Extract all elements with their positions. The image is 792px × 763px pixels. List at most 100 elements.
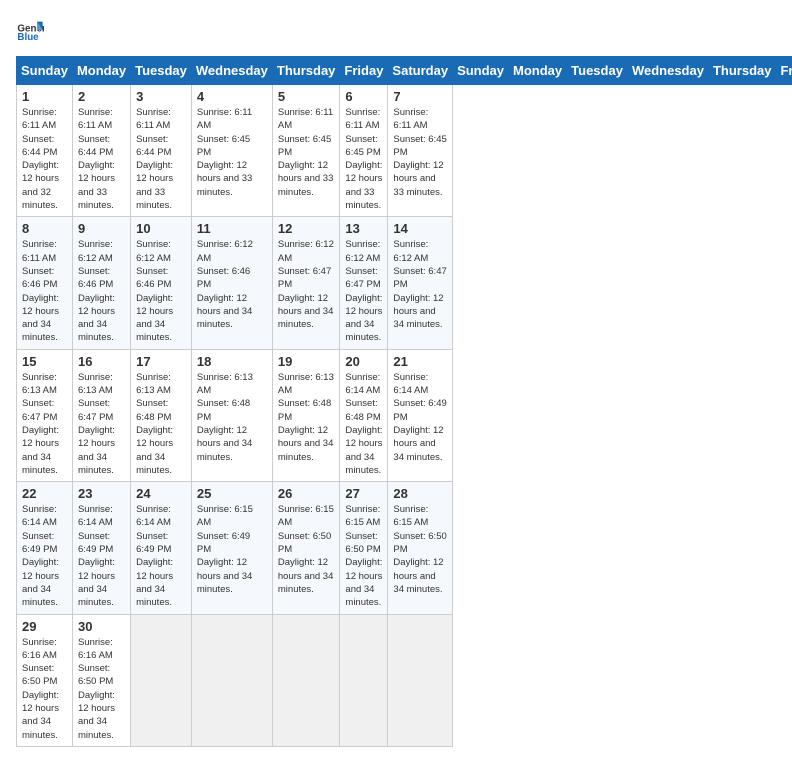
calendar-cell: 13Sunrise: 6:12 AMSunset: 6:47 PMDayligh…: [340, 217, 388, 349]
calendar-cell: 20Sunrise: 6:14 AMSunset: 6:48 PMDayligh…: [340, 349, 388, 481]
calendar-cell: 10Sunrise: 6:12 AMSunset: 6:46 PMDayligh…: [131, 217, 192, 349]
cell-info: Sunrise: 6:13 AMSunset: 6:48 PMDaylight:…: [197, 371, 267, 464]
day-number: 14: [393, 221, 447, 236]
calendar-cell: [131, 614, 192, 746]
calendar-row-4: 22 Sunrise: 6:14 AMSunset: 6:49 PMDayligh…: [17, 482, 792, 614]
calendar-header-row: SundayMondayTuesdayWednesdayThursdayFrid…: [17, 57, 792, 85]
cell-info: Sunrise: 6:12 AMSunset: 6:46 PMDaylight:…: [78, 238, 125, 344]
day-number: 4: [197, 89, 267, 104]
calendar-cell: 29Sunrise: 6:16 AMSunset: 6:50 PMDayligh…: [17, 614, 73, 746]
svg-text:Blue: Blue: [17, 32, 39, 43]
cell-info: Sunrise: 6:11 AMSunset: 6:45 PMDaylight:…: [197, 106, 267, 199]
header-day-wednesday: Wednesday: [191, 57, 272, 85]
page-header: General Blue: [16, 16, 776, 44]
day-number: 28: [393, 486, 447, 501]
cell-info: Sunrise: 6:14 AMSunset: 6:49 PMDaylight:…: [393, 371, 447, 464]
day-number: 1: [22, 89, 67, 104]
header-day-friday: Friday: [340, 57, 388, 85]
cell-info: Sunrise: 6:11 AMSunset: 6:45 PMDaylight:…: [393, 106, 447, 199]
day-number: 9: [78, 221, 125, 236]
calendar-table: SundayMondayTuesdayWednesdayThursdayFrid…: [16, 56, 792, 747]
day-number: 15: [22, 354, 67, 369]
calendar-cell: 12Sunrise: 6:12 AMSunset: 6:47 PMDayligh…: [272, 217, 340, 349]
calendar-cell: 4 Sunrise: 6:11 AMSunset: 6:45 PMDaylight…: [191, 85, 272, 217]
calendar-row-2: 8 Sunrise: 6:11 AMSunset: 6:46 PMDaylight…: [17, 217, 792, 349]
calendar-cell: 9 Sunrise: 6:12 AMSunset: 6:46 PMDaylight…: [72, 217, 130, 349]
calendar-cell: 26 Sunrise: 6:15 AMSunset: 6:50 PMDayligh…: [272, 482, 340, 614]
calendar-cell: 5 Sunrise: 6:11 AMSunset: 6:45 PMDaylight…: [272, 85, 340, 217]
cell-info: Sunrise: 6:15 AMSunset: 6:50 PMDaylight:…: [278, 503, 335, 596]
day-number: 27: [345, 486, 382, 501]
cell-info: Sunrise: 6:11 AMSunset: 6:45 PMDaylight:…: [278, 106, 335, 199]
calendar-cell: 17 Sunrise: 6:13 AMSunset: 6:48 PMDayligh…: [131, 349, 192, 481]
calendar-cell: 15 Sunrise: 6:13 AMSunset: 6:47 PMDayligh…: [17, 349, 73, 481]
day-number: 19: [278, 354, 335, 369]
cell-info: Sunrise: 6:12 AMSunset: 6:46 PMDaylight:…: [197, 238, 267, 331]
cell-info: Sunrise: 6:14 AMSunset: 6:49 PMDaylight:…: [78, 503, 125, 609]
calendar-row-1: 1 Sunrise: 6:11 AMSunset: 6:44 PMDaylight…: [17, 85, 792, 217]
calendar-row-3: 15 Sunrise: 6:13 AMSunset: 6:47 PMDayligh…: [17, 349, 792, 481]
calendar-cell: 16 Sunrise: 6:13 AMSunset: 6:47 PMDayligh…: [72, 349, 130, 481]
header-day-saturday: Saturday: [388, 57, 453, 85]
header-friday: Friday: [776, 57, 792, 85]
day-number: 23: [78, 486, 125, 501]
logo-icon: General Blue: [16, 16, 44, 44]
day-number: 16: [78, 354, 125, 369]
day-number: 13: [345, 221, 382, 236]
calendar-cell: 18 Sunrise: 6:13 AMSunset: 6:48 PMDayligh…: [191, 349, 272, 481]
calendar-row-5: 29Sunrise: 6:16 AMSunset: 6:50 PMDayligh…: [17, 614, 792, 746]
cell-info: Sunrise: 6:11 AMSunset: 6:44 PMDaylight:…: [78, 106, 125, 212]
cell-info: Sunrise: 6:13 AMSunset: 6:47 PMDaylight:…: [78, 371, 125, 477]
header-monday: Monday: [509, 57, 567, 85]
calendar-cell: [340, 614, 388, 746]
calendar-cell: 8 Sunrise: 6:11 AMSunset: 6:46 PMDaylight…: [17, 217, 73, 349]
day-number: 18: [197, 354, 267, 369]
day-number: 17: [136, 354, 186, 369]
cell-info: Sunrise: 6:11 AMSunset: 6:44 PMDaylight:…: [136, 106, 186, 212]
header-tuesday: Tuesday: [567, 57, 628, 85]
cell-info: Sunrise: 6:11 AMSunset: 6:46 PMDaylight:…: [22, 238, 67, 344]
header-day-monday: Monday: [72, 57, 130, 85]
calendar-cell: 23 Sunrise: 6:14 AMSunset: 6:49 PMDayligh…: [72, 482, 130, 614]
day-number: 26: [278, 486, 335, 501]
calendar-cell: [191, 614, 272, 746]
cell-info: Sunrise: 6:15 AMSunset: 6:50 PMDaylight:…: [393, 503, 447, 596]
day-number: 5: [278, 89, 335, 104]
day-number: 8: [22, 221, 67, 236]
logo: General Blue: [16, 16, 48, 44]
cell-info: Sunrise: 6:14 AMSunset: 6:49 PMDaylight:…: [22, 503, 67, 609]
cell-info: Sunrise: 6:16 AMSunset: 6:50 PMDaylight:…: [78, 636, 125, 742]
day-number: 7: [393, 89, 447, 104]
cell-info: Sunrise: 6:16 AMSunset: 6:50 PMDaylight:…: [22, 636, 67, 742]
cell-info: Sunrise: 6:11 AMSunset: 6:44 PMDaylight:…: [22, 106, 67, 212]
cell-info: Sunrise: 6:14 AMSunset: 6:48 PMDaylight:…: [345, 371, 382, 477]
day-number: 30: [78, 619, 125, 634]
calendar-cell: 14 Sunrise: 6:12 AMSunset: 6:47 PMDayligh…: [388, 217, 453, 349]
day-number: 22: [22, 486, 67, 501]
calendar-cell: 28 Sunrise: 6:15 AMSunset: 6:50 PMDayligh…: [388, 482, 453, 614]
cell-info: Sunrise: 6:12 AMSunset: 6:47 PMDaylight:…: [393, 238, 447, 331]
day-number: 6: [345, 89, 382, 104]
header-day-tuesday: Tuesday: [131, 57, 192, 85]
cell-info: Sunrise: 6:13 AMSunset: 6:47 PMDaylight:…: [22, 371, 67, 477]
cell-info: Sunrise: 6:14 AMSunset: 6:49 PMDaylight:…: [136, 503, 186, 609]
header-sunday: Sunday: [453, 57, 509, 85]
calendar-cell: 27 Sunrise: 6:15 AMSunset: 6:50 PMDayligh…: [340, 482, 388, 614]
calendar-cell: 6 Sunrise: 6:11 AMSunset: 6:45 PMDaylight…: [340, 85, 388, 217]
calendar-cell: 22 Sunrise: 6:14 AMSunset: 6:49 PMDayligh…: [17, 482, 73, 614]
cell-info: Sunrise: 6:11 AMSunset: 6:45 PMDaylight:…: [345, 106, 382, 212]
calendar-cell: 19 Sunrise: 6:13 AMSunset: 6:48 PMDayligh…: [272, 349, 340, 481]
day-number: 25: [197, 486, 267, 501]
cell-info: Sunrise: 6:15 AMSunset: 6:50 PMDaylight:…: [345, 503, 382, 609]
cell-info: Sunrise: 6:13 AMSunset: 6:48 PMDaylight:…: [278, 371, 335, 464]
cell-info: Sunrise: 6:13 AMSunset: 6:48 PMDaylight:…: [136, 371, 186, 477]
cell-info: Sunrise: 6:15 AMSunset: 6:49 PMDaylight:…: [197, 503, 267, 596]
calendar-cell: [388, 614, 453, 746]
calendar-cell: 25 Sunrise: 6:15 AMSunset: 6:49 PMDayligh…: [191, 482, 272, 614]
calendar-cell: 11Sunrise: 6:12 AMSunset: 6:46 PMDayligh…: [191, 217, 272, 349]
calendar-cell: 21Sunrise: 6:14 AMSunset: 6:49 PMDayligh…: [388, 349, 453, 481]
header-day-thursday: Thursday: [272, 57, 340, 85]
header-day-sunday: Sunday: [17, 57, 73, 85]
day-number: 10: [136, 221, 186, 236]
cell-info: Sunrise: 6:12 AMSunset: 6:47 PMDaylight:…: [278, 238, 335, 331]
